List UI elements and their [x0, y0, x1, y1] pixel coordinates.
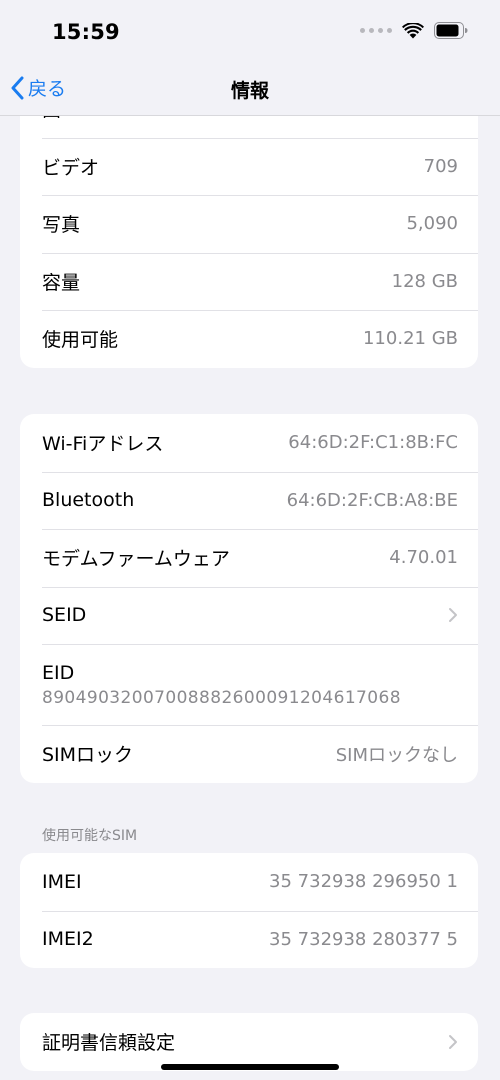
row-value: 4.70.01: [389, 547, 458, 569]
row-value: 64:6D:2F:CB:A8:BE: [286, 489, 458, 511]
page-title: 情報: [230, 80, 269, 102]
signal-icon: [360, 28, 392, 33]
list-item-capacity: 容量 128 GB: [20, 252, 478, 311]
list-item-photos: 写真 5,090: [20, 195, 478, 253]
section-header-available-sim: 使用可能なSIM: [42, 828, 138, 844]
row-value: 110.21 GB: [362, 328, 458, 350]
row-value: 35 732938 280377 5: [269, 928, 458, 950]
row-value: 709: [423, 155, 458, 177]
list-item-imei: IMEI 35 732938 296950 1: [20, 853, 478, 911]
row-label: 容量: [42, 271, 81, 294]
screen: 15:59 戻る 情報 ビデオ 709 写真 5,090 容量 128 GB 使…: [0, 0, 500, 1080]
status-time: 15:59: [52, 20, 120, 44]
row-value: 64:6D:2F:C1:8B:FC: [288, 432, 458, 454]
row-label: モデムファームウェア: [42, 548, 230, 571]
row-label: EID: [42, 661, 75, 684]
sim-imei-group: IMEI 35 732938 296950 1 IMEI2 35 732938 …: [20, 853, 478, 968]
list-item-bluetooth: Bluetooth 64:6D:2F:CB:A8:BE: [20, 471, 478, 530]
row-value: 5,090: [406, 213, 458, 235]
status-bar: 15:59: [0, 0, 500, 64]
list-item-certificate-trust-settings[interactable]: 証明書信頼設定: [20, 1013, 478, 1071]
list-item-seid[interactable]: SEID: [20, 586, 478, 645]
certificate-group: 証明書信頼設定: [20, 1013, 478, 1071]
list-item-eid: EID 89049032007008882600091204617068: [20, 644, 478, 725]
navigation-bar: 戻る 情報: [0, 64, 500, 116]
row-label: SEID: [42, 604, 87, 627]
list-item-sim-lock: SIMロック SIMロックなし: [20, 725, 478, 783]
row-value: 128 GB: [391, 270, 458, 292]
wifi-icon: [402, 22, 424, 38]
chevron-right-icon: [449, 1034, 457, 1049]
home-indicator[interactable]: [161, 1064, 339, 1070]
eid-value: 89049032007008882600091204617068: [42, 687, 401, 708]
row-label: ビデオ: [42, 156, 100, 179]
row-label: Wi-Fiアドレス: [42, 433, 164, 456]
list-item-available: 使用可能 110.21 GB: [20, 310, 478, 368]
row-value: SIMロックなし: [335, 744, 458, 766]
row-label: SIMロック: [42, 744, 134, 767]
list-item-wifi-address: Wi-Fiアドレス 64:6D:2F:C1:8B:FC: [20, 414, 478, 472]
row-label: 写真: [42, 214, 81, 237]
list-item-imei2: IMEI2 35 732938 280377 5: [20, 910, 478, 969]
row-label: Bluetooth: [42, 489, 135, 512]
row-value: 35 732938 296950 1: [269, 871, 458, 893]
chevron-right-icon: [449, 608, 457, 623]
list-item-videos: ビデオ 709: [20, 137, 478, 196]
status-icons: [360, 22, 468, 39]
list-item-modem-firmware: モデムファームウェア 4.70.01: [20, 529, 478, 587]
media-counts-group: 曲 0 ビデオ 709 写真 5,090 容量 128 GB 使用可能 110.…: [20, 80, 478, 368]
network-info-group: Wi-Fiアドレス 64:6D:2F:C1:8B:FC Bluetooth 64…: [20, 414, 478, 783]
row-label: 使用可能: [42, 329, 119, 352]
row-label: 証明書信頼設定: [42, 1032, 176, 1055]
row-label: IMEI2: [42, 928, 94, 951]
battery-icon: [434, 22, 468, 39]
row-label: IMEI: [42, 870, 82, 893]
